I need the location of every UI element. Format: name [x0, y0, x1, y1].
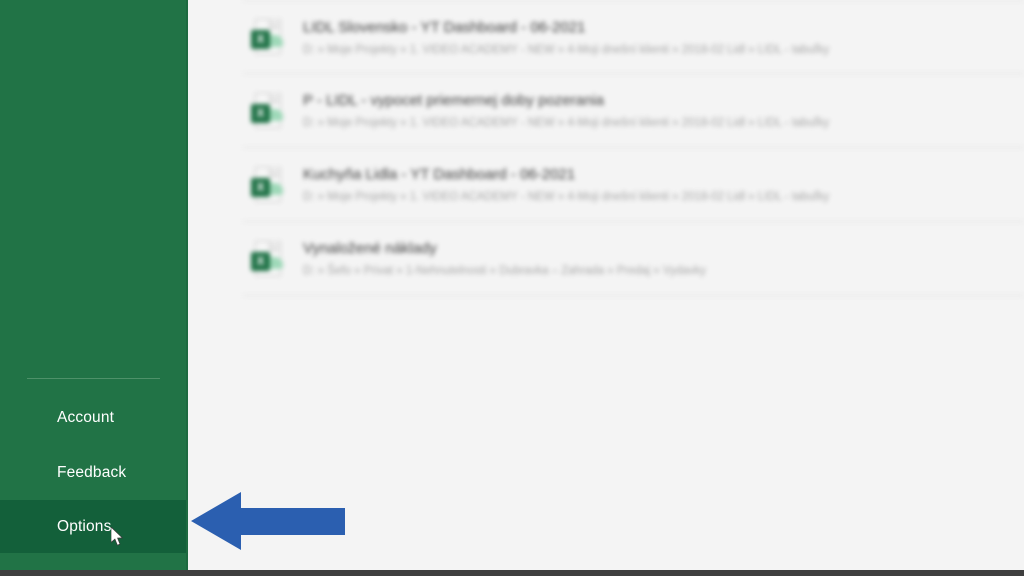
backstage-panel-footer [0, 553, 186, 570]
recent-file-title: P - LIDL - vypocet priemernej doby pozer… [303, 92, 604, 109]
excel-document-icon: X [251, 19, 283, 55]
recent-file-row[interactable]: X LIDL Slovensko - YT Dashboard - 06-2021… [243, 0, 1024, 74]
recent-file-path: D: » Moje Projekty » 1. VIDEO ACADEMY - … [303, 43, 830, 56]
recent-file-row[interactable]: X Kuchyňa Lidla - YT Dashboard - 06-2021 D… [243, 148, 1024, 222]
sidebar-item-label: Account [57, 408, 115, 426]
sidebar-item-account[interactable]: Account [0, 391, 186, 444]
recent-file-row[interactable]: X Vynaložené náklady D: » Šefo » Privat » … [243, 222, 1024, 296]
excel-document-icon: X [251, 92, 283, 129]
recent-file-text: LIDL Slovensko - YT Dashboard - 06-2021 D… [303, 18, 1024, 57]
excel-document-icon: X [251, 166, 283, 203]
sidebar-item-options[interactable]: Options [0, 500, 186, 553]
sidebar-item-feedback[interactable]: Feedback [0, 446, 186, 499]
recent-file-title: Vynaložené náklady [303, 240, 437, 257]
recent-file-path: D: » Moje Projekty » 1. VIDEO ACADEMY - … [303, 191, 830, 203]
recent-file-row[interactable]: X P - LIDL - vypocet priemernej doby poze… [243, 74, 1024, 148]
recent-file-text: Vynaložené náklady D: » Šefo » Privat » 1… [303, 239, 1024, 278]
window-bottom-edge [0, 570, 1024, 576]
backstage-panel-edge [186, 0, 188, 570]
recent-file-path: D: » Šefo » Privat » 1-Nehnutelnosti » D… [303, 265, 706, 277]
recent-file-title: LIDL Slovensko - YT Dashboard - 06-2021 [303, 18, 586, 36]
screen-root: X LIDL Slovensko - YT Dashboard - 06-2021… [0, 0, 1024, 576]
excel-document-icon: X [251, 240, 283, 277]
recent-files-list: X LIDL Slovensko - YT Dashboard - 06-2021… [243, 0, 1024, 296]
sidebar-item-label: Feedback [57, 463, 127, 481]
sidebar-item-label: Options [57, 517, 112, 535]
recent-file-title: Kuchyňa Lidla - YT Dashboard - 06-2021 [303, 166, 576, 183]
recent-file-text: P - LIDL - vypocet priemernej doby pozer… [303, 91, 1024, 130]
recent-files-pane: X LIDL Slovensko - YT Dashboard - 06-2021… [188, 0, 1024, 570]
recent-file-text: Kuchyňa Lidla - YT Dashboard - 06-2021 D:… [303, 165, 1024, 204]
recent-file-path: D: » Moje Projekty » 1. VIDEO ACADEMY - … [303, 117, 830, 129]
nav-divider [27, 378, 160, 379]
